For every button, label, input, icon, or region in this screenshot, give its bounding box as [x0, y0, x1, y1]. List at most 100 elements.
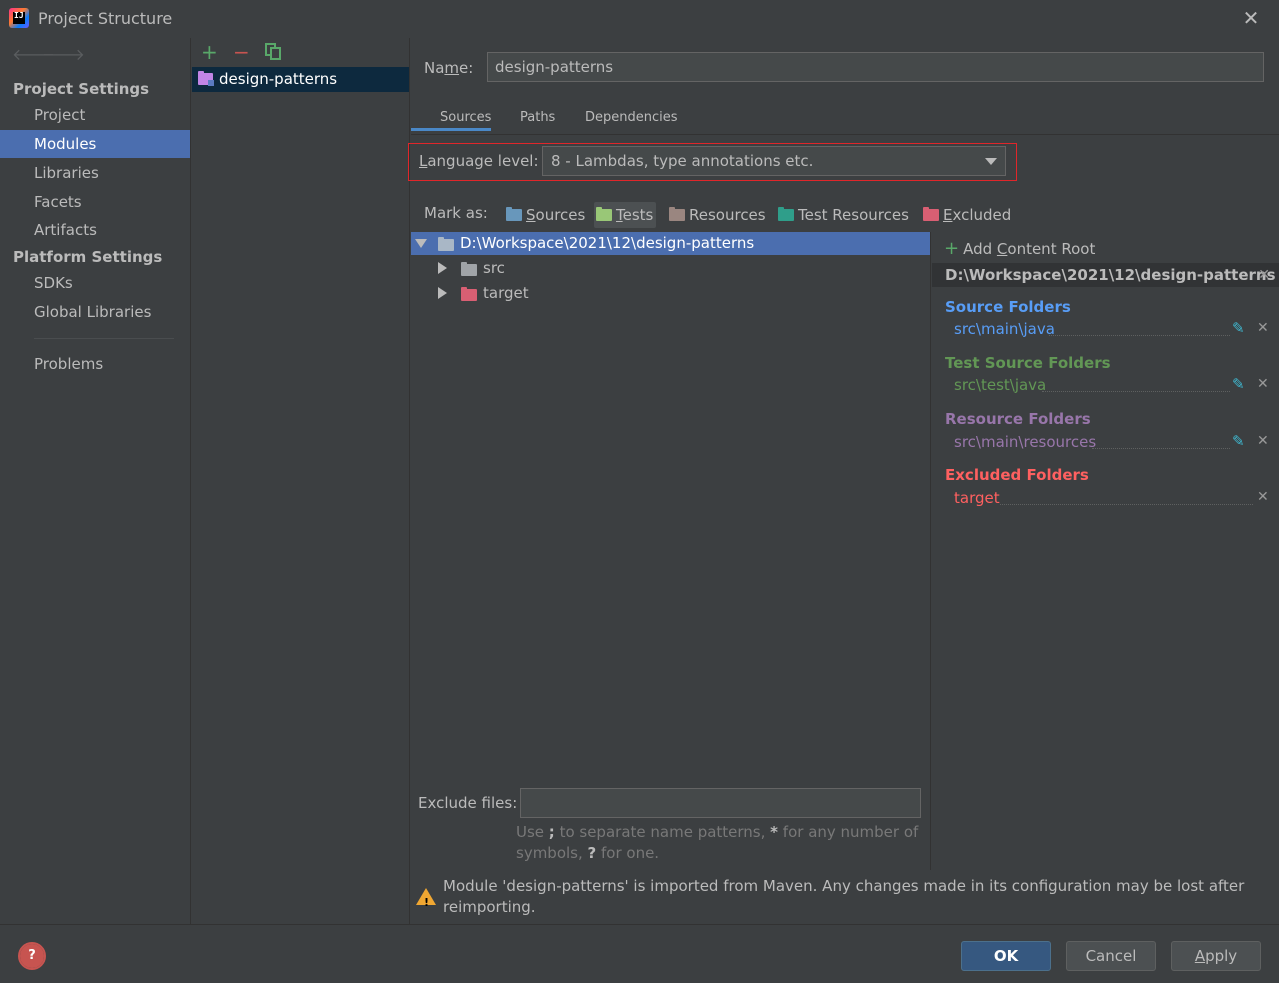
tab-sources[interactable]: Sources: [440, 110, 491, 125]
remove-source-folder-icon[interactable]: ✕: [1257, 320, 1269, 336]
collapse-triangle-icon[interactable]: [415, 239, 427, 248]
remove-root-icon[interactable]: ✕: [1258, 263, 1270, 287]
tree-root-label: D:\Workspace\2021\12\design-patterns: [460, 234, 755, 252]
mark-as-excluded-label: Excluded: [943, 206, 1012, 224]
plus-icon: +: [944, 238, 960, 259]
language-level-label: Language level:: [419, 152, 539, 170]
edit-pencil-icon[interactable]: ✎: [1232, 375, 1245, 393]
mark-as-resources-label: Resources: [689, 206, 766, 224]
modules-list-panel: + − design-patterns: [192, 38, 410, 924]
test-resources-folder-icon: [778, 207, 794, 221]
edit-pencil-icon[interactable]: ✎: [1232, 432, 1245, 450]
test-source-folder-path: src\test\java: [954, 376, 1047, 394]
forward-arrow-icon[interactable]: 🡒: [42, 44, 85, 64]
warning-icon: !: [416, 888, 436, 909]
exclude-files-input[interactable]: [520, 788, 921, 818]
platform-settings-heading: Platform Settings: [13, 248, 163, 266]
sidebar-divider: [34, 338, 174, 339]
module-list-item-label: design-patterns: [219, 70, 338, 88]
chevron-down-icon: [985, 158, 997, 165]
name-label: Name:: [424, 59, 474, 77]
project-settings-heading: Project Settings: [13, 80, 150, 98]
excluded-folder-path: target: [954, 489, 1000, 507]
resource-folders-heading: Resource Folders: [945, 410, 1091, 428]
tab-paths[interactable]: Paths: [520, 110, 555, 125]
remove-resource-folder-icon[interactable]: ✕: [1257, 433, 1269, 449]
dotted-leader: [1049, 335, 1230, 336]
language-level-value: 8 - Lambdas, type annotations etc.: [551, 152, 814, 170]
module-editor: Name: design-patterns Sources Paths Depe…: [408, 38, 1279, 924]
source-tree: D:\Workspace\2021\12\design-patterns src…: [411, 232, 931, 870]
resource-folder-path: src\main\resources: [954, 433, 1097, 451]
content-root-row[interactable]: D:\Workspace\2021\12\design-patterns ✕: [932, 263, 1279, 287]
mark-as-sources-label: Sources: [526, 206, 586, 224]
expand-triangle-icon[interactable]: [438, 262, 447, 274]
mark-as-test-resources-button[interactable]: Test Resources: [776, 202, 912, 228]
excluded-folder-icon: [461, 287, 477, 301]
help-icon[interactable]: [18, 942, 46, 970]
mark-as-tests-label: Tests: [616, 206, 654, 224]
apply-button[interactable]: Apply: [1171, 941, 1261, 971]
exclude-files-label: Exclude files:: [418, 794, 518, 812]
close-icon[interactable]: ✕: [1240, 7, 1262, 29]
resources-folder-icon: [669, 207, 685, 221]
active-tab-indicator: [411, 128, 491, 131]
mark-as-tests-button[interactable]: Tests: [594, 202, 657, 228]
module-name-input[interactable]: design-patterns: [487, 52, 1264, 82]
mark-as-label: Mark as:: [424, 204, 488, 222]
mark-as-excluded-button[interactable]: Excluded: [921, 202, 1014, 228]
test-source-folders-heading: Test Source Folders: [945, 354, 1111, 372]
tree-row-root[interactable]: D:\Workspace\2021\12\design-patterns: [411, 232, 930, 255]
mark-as-resources-button[interactable]: Resources: [667, 202, 769, 228]
tree-row-src[interactable]: src: [411, 257, 930, 280]
source-folders-heading: Source Folders: [945, 298, 1071, 316]
module-list-item[interactable]: design-patterns: [192, 67, 409, 92]
language-level-select[interactable]: 8 - Lambdas, type annotations etc.: [542, 146, 1006, 176]
remove-module-icon[interactable]: −: [233, 42, 250, 62]
settings-sidebar: 🡐 🡒 Project Settings Project Modules Lib…: [0, 38, 191, 924]
content-root-panel: + Add Content Root D:\Workspace\2021\12\d…: [932, 232, 1279, 870]
sidebar-item-project[interactable]: Project: [0, 101, 190, 129]
dotted-leader: [1042, 391, 1230, 392]
dialog-footer: OK Cancel Apply: [0, 924, 1279, 983]
ok-button[interactable]: OK: [961, 941, 1051, 971]
sidebar-item-facets[interactable]: Facets: [0, 188, 190, 216]
content-root-path: D:\Workspace\2021\12\design-patterns: [945, 266, 1276, 284]
tree-target-label: target: [483, 284, 529, 302]
exclude-files-hint: Use ; to separate name patterns, * for a…: [516, 823, 919, 862]
folder-icon: [438, 237, 454, 251]
sidebar-item-modules[interactable]: Modules: [0, 130, 190, 158]
tab-divider: [411, 134, 1279, 135]
maven-warning-text: Module 'design-patterns' is imported fro…: [443, 877, 1245, 916]
mark-as-test-resources-label: Test Resources: [798, 206, 909, 224]
tree-src-label: src: [483, 259, 505, 277]
module-folder-icon: [198, 71, 214, 86]
add-content-root-button[interactable]: + Add Content Root: [944, 238, 1095, 259]
edit-pencil-icon[interactable]: ✎: [1232, 319, 1245, 337]
maven-warning: ! Module 'design-patterns' is imported f…: [416, 876, 1256, 918]
remove-excluded-folder-icon[interactable]: ✕: [1257, 489, 1269, 505]
excluded-folder-icon: [923, 207, 939, 221]
excluded-folders-heading: Excluded Folders: [945, 466, 1089, 484]
sidebar-item-sdks[interactable]: SDKs: [0, 269, 190, 297]
tests-folder-icon: [596, 207, 612, 221]
sidebar-item-problems[interactable]: Problems: [0, 350, 190, 378]
tab-dependencies[interactable]: Dependencies: [585, 110, 678, 125]
add-module-icon[interactable]: +: [201, 42, 218, 62]
source-folder-path: src\main\java: [954, 320, 1055, 338]
title-bar: IJ Project Structure ✕: [0, 0, 1279, 38]
sidebar-item-global-libraries[interactable]: Global Libraries: [0, 298, 190, 326]
remove-test-folder-icon[interactable]: ✕: [1257, 376, 1269, 392]
dotted-leader: [1092, 448, 1230, 449]
add-content-root-label: Add Content Root: [963, 240, 1096, 258]
intellij-logo-icon: IJ: [9, 8, 29, 28]
cancel-button[interactable]: Cancel: [1066, 941, 1156, 971]
tree-row-target[interactable]: target: [411, 282, 930, 305]
copy-icon[interactable]: [265, 43, 282, 60]
sidebar-item-artifacts[interactable]: Artifacts: [0, 216, 190, 244]
folder-icon: [461, 262, 477, 276]
sidebar-item-libraries[interactable]: Libraries: [0, 159, 190, 187]
window-title: Project Structure: [38, 9, 173, 28]
expand-triangle-icon[interactable]: [438, 287, 447, 299]
mark-as-sources-button[interactable]: Sources: [504, 202, 588, 228]
